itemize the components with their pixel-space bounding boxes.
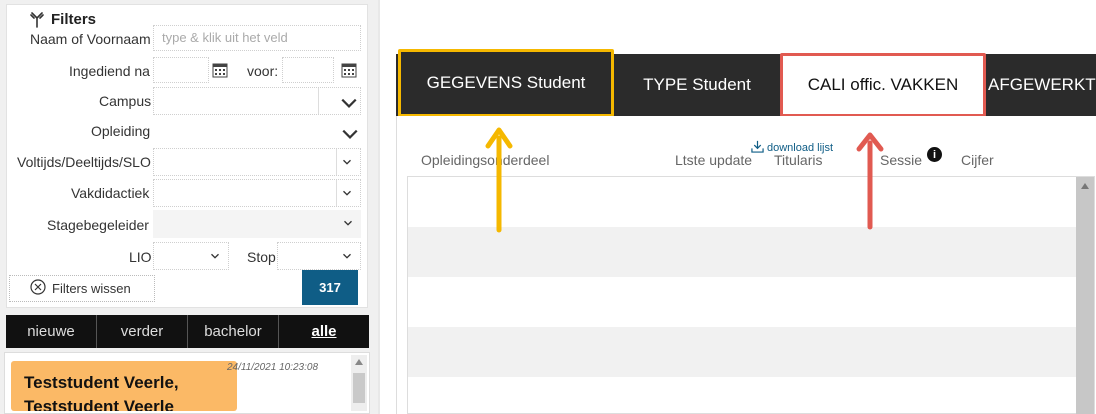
calendar-icon[interactable] bbox=[209, 57, 231, 83]
study-mode-label: Voltijds/Deeltijds/SLO bbox=[17, 154, 151, 170]
calendar-icon[interactable] bbox=[338, 57, 360, 83]
info-icon[interactable]: i bbox=[927, 147, 942, 162]
tab-alle[interactable]: alle bbox=[279, 315, 369, 348]
yellow-arrow-annotation-icon bbox=[485, 127, 513, 233]
chevron-down-icon bbox=[208, 249, 222, 263]
student-card[interactable]: Teststudent Veerle, Teststudent Veerle bbox=[11, 361, 237, 411]
name-search-input[interactable]: type & klik uit het veld bbox=[153, 25, 361, 51]
didactics-label: Vakdidactiek bbox=[71, 185, 150, 201]
supervisor-label: Stagebegeleider bbox=[47, 217, 149, 233]
filters-header: Filters bbox=[29, 11, 96, 28]
tab-afgewerkt[interactable]: AFGEWERKT bbox=[988, 54, 1096, 116]
column-header-last-update: Ltste update bbox=[675, 152, 753, 168]
download-icon bbox=[751, 140, 764, 156]
chevron-down-icon bbox=[341, 125, 358, 139]
before-label: voor: bbox=[247, 63, 279, 79]
table-row[interactable] bbox=[408, 277, 1078, 327]
filter-sidebar: Filters Naam of Voornaam type & klik uit… bbox=[0, 0, 378, 414]
chevron-down-icon bbox=[340, 155, 354, 169]
chevron-down-icon bbox=[340, 249, 354, 263]
result-count-button[interactable]: 317 bbox=[302, 270, 358, 305]
clear-circle-x-icon bbox=[30, 279, 46, 298]
education-label: Opleiding bbox=[91, 123, 151, 139]
scroll-up-arrow-icon[interactable] bbox=[355, 359, 363, 365]
student-name: Teststudent Veerle, bbox=[24, 373, 179, 392]
table-row[interactable] bbox=[408, 327, 1078, 377]
chevron-down-icon bbox=[341, 216, 355, 230]
education-select[interactable] bbox=[153, 119, 361, 147]
student-timestamp: 24/11/2021 10:23:08 bbox=[227, 362, 319, 373]
filter-icon bbox=[29, 11, 45, 28]
stop-select[interactable] bbox=[277, 242, 361, 270]
tab-type-student[interactable]: TYPE Student bbox=[618, 54, 776, 116]
lio-select[interactable] bbox=[153, 242, 229, 270]
detail-tabbar: GEGEVENS Student TYPE Student CALI offic… bbox=[396, 49, 1096, 117]
filters-card: Filters Naam of Voornaam type & klik uit… bbox=[6, 4, 368, 308]
student-detail-panel: GEGEVENS Student TYPE Student CALI offic… bbox=[396, 0, 1096, 414]
table-row[interactable] bbox=[408, 377, 1078, 414]
supervisor-select[interactable] bbox=[153, 210, 361, 238]
column-header-sessie: Sessie bbox=[880, 152, 923, 168]
campus-label: Campus bbox=[99, 93, 152, 109]
didactics-select[interactable] bbox=[153, 179, 361, 207]
clear-filters-button[interactable]: Filters wissen bbox=[9, 275, 155, 302]
tab-cali-offic-vakken[interactable]: CALI offic. VAKKEN bbox=[780, 53, 986, 117]
tab-verder[interactable]: verder bbox=[97, 315, 188, 348]
chevron-down-icon bbox=[340, 94, 357, 108]
tab-bachelor[interactable]: bachelor bbox=[188, 315, 279, 348]
panel-divider bbox=[378, 0, 380, 414]
column-header-cijfer: Cijfer bbox=[961, 152, 994, 168]
scroll-up-arrow-icon[interactable] bbox=[1081, 183, 1089, 189]
student-name-secondary: Teststudent Veerle bbox=[24, 397, 174, 411]
name-label: Naam of Voornaam bbox=[30, 31, 151, 47]
study-mode-select[interactable] bbox=[153, 148, 361, 176]
lio-label: LIO bbox=[129, 249, 152, 265]
stop-label: Stop bbox=[247, 249, 276, 265]
chevron-down-icon bbox=[340, 186, 354, 200]
submitted-after-date-input[interactable] bbox=[153, 57, 209, 83]
student-list: Teststudent Veerle, Teststudent Veerle 2… bbox=[4, 352, 370, 414]
campus-select[interactable] bbox=[153, 87, 361, 115]
column-header-titularis: Titularis bbox=[774, 152, 823, 168]
student-status-tabs: nieuwe verder bachelor alle bbox=[6, 315, 369, 348]
tab-gegevens-student[interactable]: GEGEVENS Student bbox=[398, 49, 614, 117]
clear-filters-label: Filters wissen bbox=[52, 281, 131, 296]
filters-title: Filters bbox=[51, 11, 97, 28]
student-list-scrollbar[interactable] bbox=[351, 355, 367, 411]
tab-nieuwe[interactable]: nieuwe bbox=[6, 315, 97, 348]
scrollbar-thumb[interactable] bbox=[353, 373, 365, 403]
red-arrow-annotation-icon bbox=[856, 132, 884, 230]
submitted-after-label: Ingediend na bbox=[69, 63, 150, 79]
submitted-before-date-input[interactable] bbox=[282, 57, 334, 83]
grid-scrollbar[interactable] bbox=[1076, 177, 1094, 414]
